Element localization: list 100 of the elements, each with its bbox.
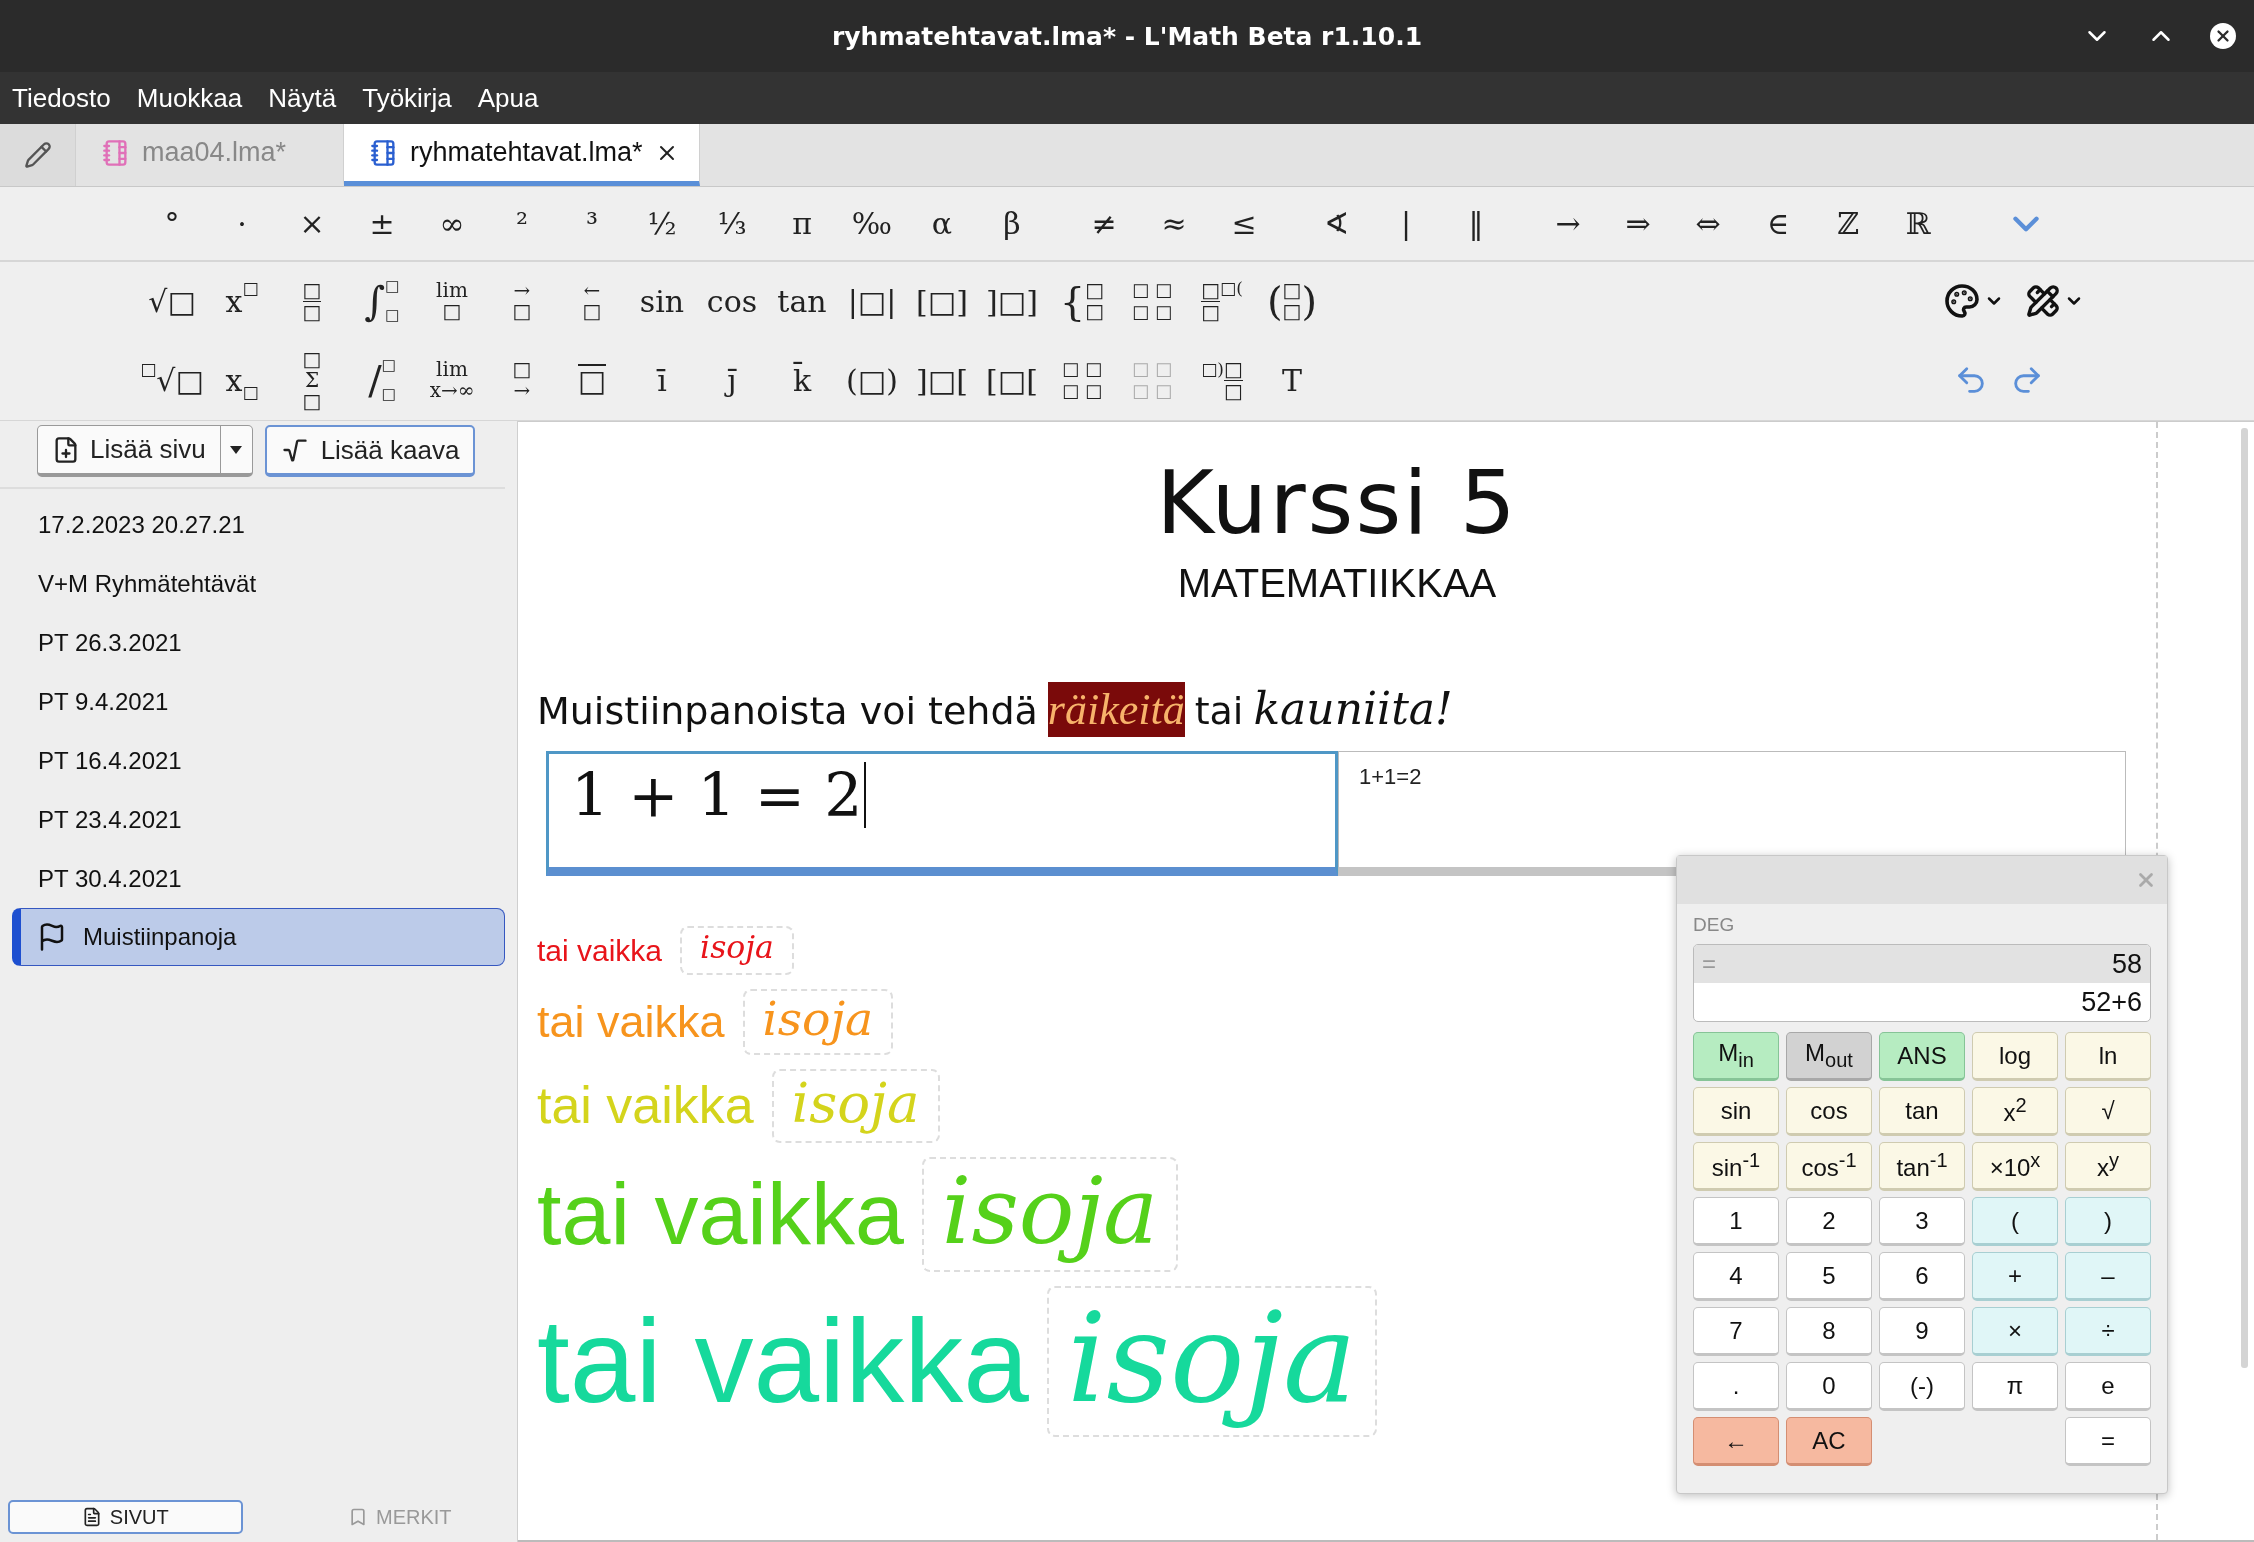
math-template-button[interactable]: lim x→∞ — [417, 347, 487, 413]
symbol-button[interactable]: α — [907, 195, 977, 252]
calculator-key[interactable]: π — [1972, 1362, 2058, 1411]
calculator-key[interactable]: M$_{out}$ — [1786, 1032, 1872, 1081]
calculator-key[interactable]: ANS — [1879, 1032, 1965, 1081]
calculator-key[interactable]: 2 — [1786, 1197, 1872, 1246]
calculator-key[interactable]: ← — [1693, 1417, 1779, 1466]
calculator-key[interactable]: × — [1972, 1307, 2058, 1356]
symbol-button[interactable]: | — [1371, 195, 1441, 252]
math-template-button[interactable]: □)□ □ — [1187, 347, 1257, 413]
symbol-button[interactable]: ≤ — [1209, 195, 1279, 252]
math-template-button[interactable]: □ □ □ □ — [1047, 347, 1117, 413]
symbol-button[interactable]: β — [977, 195, 1047, 252]
math-template-button[interactable]: → □ — [487, 268, 557, 334]
symbol-button[interactable]: ⇔ — [1673, 195, 1743, 252]
close-button[interactable] — [2210, 23, 2236, 49]
symbol-button[interactable]: × — [277, 195, 347, 252]
symbol-button[interactable]: ‖ — [1441, 195, 1511, 252]
page-list-item[interactable]: 17.2.2023 20.27.21 — [12, 495, 505, 554]
calculator-key[interactable]: – — [2065, 1252, 2151, 1301]
calculator-key[interactable]: . — [1693, 1362, 1779, 1411]
page-list-item[interactable]: PT 26.3.2021 — [12, 613, 505, 672]
symbol-button[interactable]: ∢ — [1301, 195, 1371, 252]
scrollbar-thumb[interactable] — [2241, 428, 2248, 1368]
symbol-button[interactable]: ≈ — [1139, 195, 1209, 252]
calculator-key[interactable]: ) — [2065, 1197, 2151, 1246]
calculator-key[interactable]: 7 — [1693, 1307, 1779, 1356]
calculator-key[interactable]: ×10$^{x}$ — [1972, 1142, 2058, 1191]
symbol-button[interactable]: → — [1533, 195, 1603, 252]
calculator-key[interactable]: √ — [2065, 1087, 2151, 1136]
math-template-button[interactable]: □ □ □ □ — [1117, 268, 1187, 334]
calculator-key[interactable]: M$_{in}$ — [1693, 1032, 1779, 1081]
calculator-key[interactable]: 9 — [1879, 1307, 1965, 1356]
calculator-key[interactable]: cos$^{-1}$ — [1786, 1142, 1872, 1191]
math-template-button[interactable]: k̄ — [767, 347, 837, 413]
menu-item[interactable]: Muokkaa — [136, 82, 243, 114]
math-template-button[interactable]: √□ — [137, 268, 207, 334]
menu-item[interactable]: Näytä — [268, 82, 337, 114]
menu-item[interactable]: Työkirja — [362, 82, 452, 114]
calculator-key[interactable]: ÷ — [2065, 1307, 2151, 1356]
symbol-button[interactable]: ℤ — [1813, 195, 1883, 252]
calculator-key[interactable]: cos — [1786, 1087, 1872, 1136]
calculator-key[interactable]: ( — [1972, 1197, 2058, 1246]
symbol-button[interactable]: ‰ — [837, 195, 907, 252]
math-template-button[interactable]: ]□[ — [907, 347, 977, 413]
calculator-key[interactable]: tan$^{-1}$ — [1879, 1142, 1965, 1191]
math-template-button[interactable]: □ Σ □ — [277, 347, 347, 413]
page-list-item[interactable]: PT 30.4.2021 — [12, 849, 505, 908]
calculator-key[interactable]: + — [1972, 1252, 2058, 1301]
symbol-button[interactable]: ∞ — [417, 195, 487, 252]
calculator-key[interactable]: 3 — [1879, 1197, 1965, 1246]
file-tab[interactable]: ryhmatehtavat.lma* — [344, 124, 700, 186]
symbol-button[interactable]: ∈ — [1743, 195, 1813, 252]
calculator-key[interactable]: 1 — [1693, 1197, 1779, 1246]
sidebar-tab[interactable]: SIVUT — [8, 1500, 243, 1534]
calculator-key[interactable]: sin — [1693, 1087, 1779, 1136]
symbol-button[interactable]: ⅓ — [697, 195, 767, 252]
calculator-key[interactable]: 0 — [1786, 1362, 1872, 1411]
calculator-key[interactable]: 5 — [1786, 1252, 1872, 1301]
math-template-button[interactable]: □ □ — [277, 268, 347, 334]
page-list-item[interactable]: PT 9.4.2021 — [12, 672, 505, 731]
math-template-button[interactable]: lim □ — [417, 268, 487, 334]
calculator-key[interactable]: ln — [2065, 1032, 2151, 1081]
symbol-button[interactable]: ° — [137, 195, 207, 252]
math-template-button[interactable]: |□| — [837, 268, 907, 334]
page-list-item[interactable]: PT 16.4.2021 — [12, 731, 505, 790]
math-template-button[interactable]: x□ — [207, 268, 277, 334]
calculator-key[interactable]: (-) — [1879, 1362, 1965, 1411]
pencil-button[interactable] — [0, 124, 76, 186]
math-template-button[interactable]: sin — [627, 268, 697, 334]
math-template-button[interactable]: □ → — [487, 347, 557, 413]
calculator-key[interactable]: 8 — [1786, 1307, 1872, 1356]
math-template-button[interactable]: [□] — [907, 268, 977, 334]
calculator-key[interactable]: sin$^{-1}$ — [1693, 1142, 1779, 1191]
calculator-key[interactable]: = — [2065, 1417, 2151, 1466]
symbol-button[interactable]: ℝ — [1883, 195, 1953, 252]
symbol-button[interactable]: ± — [347, 195, 417, 252]
calculator-key[interactable]: tan — [1879, 1087, 1965, 1136]
symbol-button[interactable]: ⇒ — [1603, 195, 1673, 252]
page-list-item[interactable]: PT 23.4.2021 — [12, 790, 505, 849]
calculator-key[interactable]: 6 — [1879, 1252, 1965, 1301]
calculator-key[interactable]: log — [1972, 1032, 2058, 1081]
page-list-item[interactable]: Muistiinpanoja — [12, 908, 505, 966]
math-template-button[interactable]: (□) — [837, 347, 907, 413]
symbol-button[interactable]: ½ — [627, 195, 697, 252]
calculator-key[interactable]: AC — [1786, 1417, 1872, 1466]
calculator-key[interactable]: x$^{2}$ — [1972, 1087, 2058, 1136]
math-template-button[interactable]: ī — [627, 347, 697, 413]
math-template-button[interactable]: [□[ — [977, 347, 1047, 413]
math-template-button[interactable]: j̄ — [697, 347, 767, 413]
math-template-button[interactable]: T — [1257, 347, 1327, 413]
symbol-button[interactable]: π — [767, 195, 837, 252]
calculator-key[interactable]: 4 — [1693, 1252, 1779, 1301]
math-template-button[interactable]: □ — [557, 347, 627, 413]
math-input-field[interactable]: 1 + 1 = 2 — [546, 751, 1338, 877]
add-page-button[interactable]: Lisää sivu — [38, 426, 220, 473]
page-list-item[interactable]: V+M Ryhmätehtävät — [12, 554, 505, 613]
symbol-button[interactable]: ≠ — [1069, 195, 1139, 252]
add-formula-button[interactable]: Lisää kaava — [264, 425, 476, 477]
expression-field[interactable]: 52+6 — [1694, 983, 2150, 1021]
